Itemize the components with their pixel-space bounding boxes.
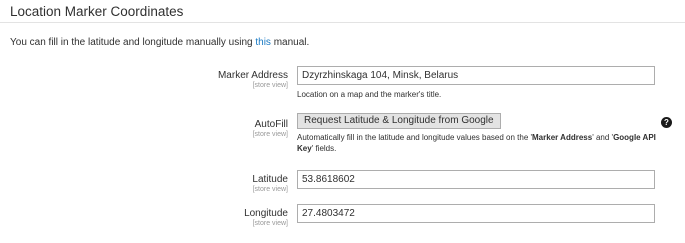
- autofill-note-marker-address: Marker Address: [532, 133, 593, 142]
- manual-link[interactable]: this: [255, 37, 271, 48]
- section-title: Location Marker Coordinates: [10, 4, 184, 19]
- latitude-input[interactable]: [297, 170, 655, 189]
- autofill-note-mid: ' and ': [592, 133, 614, 142]
- latitude-label: Latitude: [252, 174, 288, 185]
- request-coordinates-button[interactable]: Request Latitude & Longitude from Google: [297, 113, 501, 129]
- section-divider: [0, 22, 685, 23]
- longitude-scope: [store view]: [252, 220, 288, 227]
- marker-address-label: Marker Address: [217, 70, 288, 81]
- autofill-note-end: ' fields.: [311, 144, 337, 153]
- marker-address-input[interactable]: [297, 66, 655, 85]
- intro-text-before: You can fill in the latitude and longitu…: [10, 37, 256, 48]
- longitude-label: Longitude: [244, 208, 288, 219]
- autofill-scope: [store view]: [252, 131, 288, 138]
- longitude-input[interactable]: [297, 204, 655, 223]
- marker-address-note: Location on a map and the marker's title…: [297, 90, 442, 99]
- latitude-scope: [store view]: [252, 186, 288, 193]
- help-icon[interactable]: ?: [661, 117, 672, 128]
- intro-text-after: manual.: [270, 37, 310, 48]
- autofill-note-start: Automatically fill in the latitude and l…: [297, 133, 533, 142]
- intro-text: You can fill in the latitude and longitu…: [10, 37, 309, 48]
- marker-address-scope: [store view]: [252, 82, 288, 89]
- autofill-note: Automatically fill in the latitude and l…: [297, 132, 657, 154]
- autofill-label: AutoFill: [254, 119, 288, 130]
